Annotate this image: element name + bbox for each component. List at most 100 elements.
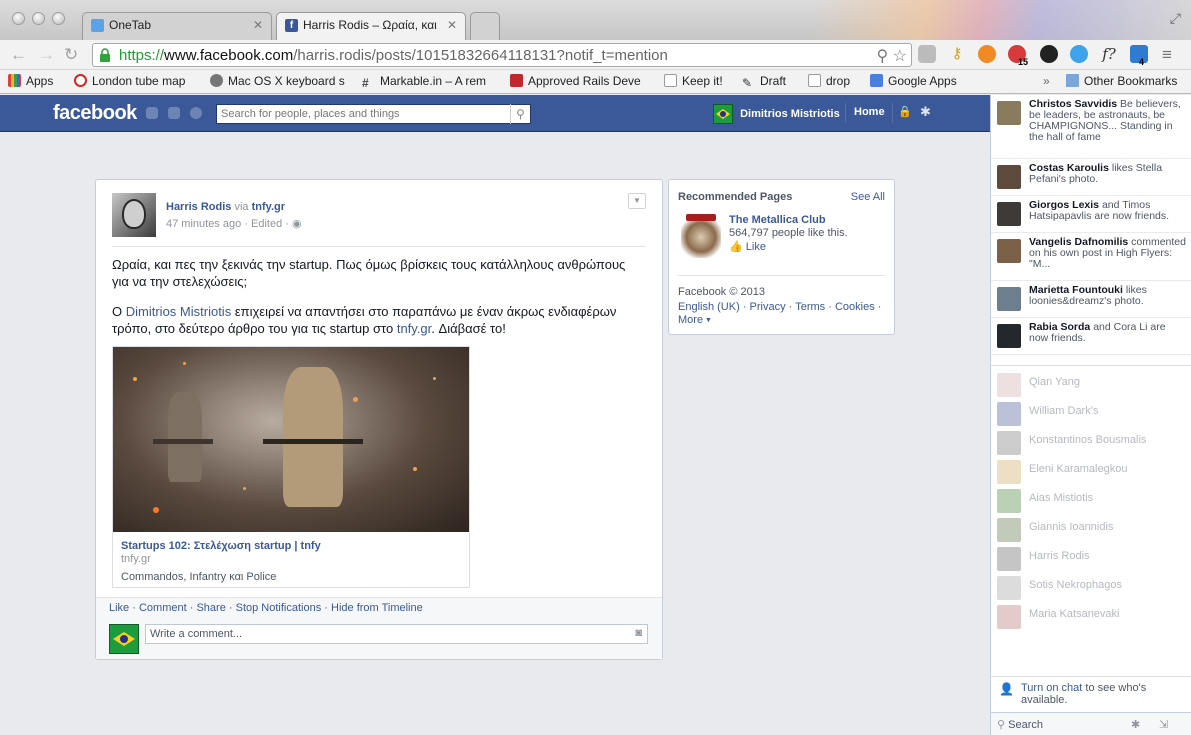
key-extension-icon[interactable]: ⚷ (948, 45, 966, 63)
page-like-button[interactable]: 👍 Like (729, 240, 766, 253)
chat-list: Qian Yang William Dark's Konstantinos Bo… (991, 366, 1191, 631)
comment-input[interactable]: Write a comment... ◙ (145, 624, 648, 644)
bookmark-star-icon[interactable]: ☆ (893, 48, 907, 65)
new-tab-button[interactable] (470, 12, 500, 40)
other-bookmarks[interactable]: Other Bookmarks (1066, 74, 1177, 88)
pocket-extension-icon[interactable] (918, 45, 936, 63)
facebook-search-input[interactable]: Search for people, places and things ⚲ (216, 104, 531, 124)
fullscreen-icon[interactable]: ⤢ (1170, 10, 1181, 27)
zoom-window-button[interactable] (52, 12, 65, 25)
bookmark-london-tube-map[interactable]: London tube map (74, 74, 185, 88)
copyright-text: Facebook © 2013 (678, 286, 765, 298)
post-options-chevron-icon[interactable]: ▼ (628, 193, 646, 209)
more-link[interactable]: More ▼ (678, 314, 712, 326)
terms-link[interactable]: Terms (795, 301, 825, 313)
forward-icon[interactable]: → (38, 45, 55, 65)
metallica-page-image[interactable] (681, 212, 721, 258)
shared-link-image[interactable] (113, 347, 469, 532)
chat-options-gear-icon[interactable]: ✱ (1131, 718, 1140, 731)
comment-link[interactable]: Comment (139, 602, 187, 614)
recommended-page-link[interactable]: The Metallica Club (729, 214, 826, 226)
ticker-item[interactable]: Rabia Sorda and Cora Li are now friends. (991, 318, 1191, 355)
menu-icon[interactable]: ≡ (1162, 45, 1172, 65)
ticker-item[interactable]: Costas Karoulis likes Stella Pefani's ph… (991, 159, 1191, 196)
bookmark-rails-developers[interactable]: Approved Rails Deve (510, 74, 641, 88)
friend-requests-icon[interactable] (146, 107, 158, 119)
extension-badge: 4 (1139, 57, 1145, 67)
chat-contact[interactable]: Konstantinos Bousmalis (991, 428, 1191, 457)
chat-search-input[interactable]: ⚲ Search ✱ ⇲ (991, 712, 1191, 735)
messages-icon[interactable] (168, 107, 180, 119)
github-extension-icon[interactable] (1040, 45, 1058, 63)
close-tab-icon[interactable]: ✕ (447, 18, 457, 32)
stop-notifications-link[interactable]: Stop Notifications (236, 602, 322, 614)
buffer-extension-icon[interactable]: 4 (1130, 45, 1148, 67)
language-link[interactable]: English (UK) (678, 301, 740, 313)
author-avatar[interactable] (112, 193, 156, 237)
minimize-window-button[interactable] (32, 12, 45, 25)
bookmark-mac-keyboard[interactable]: Mac OS X keyboard s (210, 74, 345, 88)
ticker-item[interactable]: Marietta Fountouki likes loonies&dreamz'… (991, 281, 1191, 318)
turn-on-chat-link[interactable]: Turn on chat (1021, 682, 1082, 694)
back-icon[interactable]: ← (10, 45, 27, 65)
shared-link-title[interactable]: Startups 102: Στελέχωση startup | tnfy (121, 540, 321, 552)
ticker-item[interactable]: Christos Savvidis Be believers, be leade… (991, 95, 1191, 159)
caret-down-icon: ▼ (703, 317, 712, 324)
share-link[interactable]: Share (196, 602, 225, 614)
chat-contact[interactable]: Giannis Ioannidis (991, 515, 1191, 544)
tnfy-link[interactable]: tnfy.gr (397, 321, 431, 336)
timestamp-link[interactable]: 47 minutes ago (166, 218, 241, 230)
chat-contact[interactable]: Eleni Karamalegkou (991, 457, 1191, 486)
notifications-icon[interactable] (190, 107, 202, 119)
function-extension-icon[interactable]: f? (1100, 45, 1118, 63)
chat-contact[interactable]: Maria Katsanevaki (991, 602, 1191, 631)
home-link[interactable]: Home (854, 106, 885, 118)
cookies-link[interactable]: Cookies (835, 301, 875, 313)
facebook-logo[interactable]: facebook (53, 102, 137, 125)
search-icon[interactable]: ⚲ (510, 104, 530, 124)
popout-chat-icon[interactable]: ⇲ (1159, 718, 1168, 731)
bookmark-google-apps[interactable]: Google Apps (870, 74, 957, 88)
like-link[interactable]: Like (109, 602, 129, 614)
bookmarks-overflow-icon[interactable]: » (1043, 74, 1050, 88)
ticker-item[interactable]: Vangelis Dafnomilis commented on his own… (991, 233, 1191, 281)
close-tab-icon[interactable]: ✕ (253, 18, 263, 32)
notification-extension-icon[interactable]: 15 (1008, 45, 1028, 67)
brazil-flag-avatar (713, 104, 733, 124)
address-bar[interactable]: https://www.facebook.com/harris.rodis/po… (92, 43, 912, 67)
author-link[interactable]: Harris Rodis (166, 201, 231, 213)
privacy-shortcuts-icon[interactable]: 🔒 (898, 105, 912, 118)
flame-extension-icon[interactable] (978, 45, 996, 63)
chat-contact[interactable]: Harris Rodis (991, 544, 1191, 573)
facebook-header: facebook Search for people, places and t… (0, 95, 990, 132)
see-all-link[interactable]: See All (851, 191, 885, 203)
divider (845, 103, 846, 123)
profile-link[interactable]: Dimitrios Mistriotis (713, 104, 840, 124)
camera-icon[interactable]: ◙ (635, 627, 642, 639)
chat-contact[interactable]: Sotis Nekrophagos (991, 573, 1191, 602)
settings-gear-icon[interactable]: ✱ (920, 104, 931, 120)
diamond-extension-icon[interactable] (1070, 45, 1088, 63)
via-link[interactable]: tnfy.gr (252, 201, 285, 213)
bookmark-keep-it[interactable]: Keep it! (664, 74, 723, 88)
chat-contact[interactable]: Qian Yang (991, 370, 1191, 399)
bookmark-drop[interactable]: drop (808, 74, 850, 88)
hash-icon: # (362, 76, 369, 90)
search-icon[interactable]: ⚲ (876, 48, 888, 65)
shared-link-preview[interactable]: Startups 102: Στελέχωση startup | tnfy t… (112, 346, 470, 588)
tab-onetab[interactable]: OneTab ✕ (82, 12, 272, 40)
bookmark-draft[interactable]: ✎ Draft (742, 74, 786, 90)
tab-facebook-post[interactable]: f Harris Rodis – Ωραία, και ✕ (276, 12, 466, 40)
reload-icon[interactable]: ↻ (64, 45, 78, 65)
bookmark-apps[interactable]: Apps (8, 74, 53, 88)
chat-contact[interactable]: Aias Mistiotis (991, 486, 1191, 515)
hide-from-timeline-link[interactable]: Hide from Timeline (331, 602, 423, 614)
edited-link[interactable]: Edited (251, 218, 282, 230)
ticker-item[interactable]: Giorgos Lexis and Timos Hatsipapavlis ar… (991, 196, 1191, 233)
privacy-link[interactable]: Privacy (750, 301, 786, 313)
close-window-button[interactable] (12, 12, 25, 25)
globe-privacy-icon[interactable]: ◉ (292, 218, 302, 230)
mention-link[interactable]: Dimitrios Mistriotis (126, 304, 231, 319)
chat-contact[interactable]: William Dark's (991, 399, 1191, 428)
bookmark-markable[interactable]: # Markable.in – A rem (362, 74, 486, 90)
